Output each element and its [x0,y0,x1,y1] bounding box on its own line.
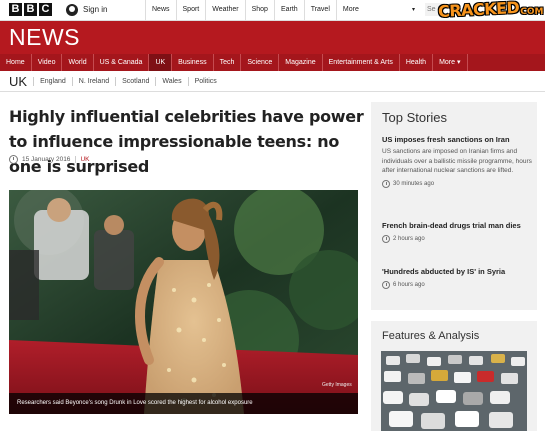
global-nav-travel[interactable]: Travel [303,0,336,20]
traffic-jam-photo [381,351,527,431]
subnav-n-ireland[interactable]: N. Ireland [71,76,115,86]
global-nav-news[interactable]: News [145,0,176,20]
subnav-politics[interactable]: Politics [187,76,223,86]
article-headline: Highly influential celebrities have powe… [9,107,364,176]
article-meta: 15 January 2016 UK [9,155,89,164]
subnav-scotland[interactable]: Scotland [115,76,155,86]
bbc-logo-letter: B [24,3,37,16]
cracked-logo-text: CRACKED [437,0,520,22]
sign-in-link[interactable]: Sign in [83,5,107,14]
global-nav-weather[interactable]: Weather [205,0,244,20]
news-nav: Home Video World US & Canada UK Business… [0,54,545,71]
news-nav-more[interactable]: More ▾ [433,54,468,71]
feature-image[interactable] [381,351,527,431]
user-icon[interactable] [66,4,78,16]
article-main-image [9,190,358,414]
news-nav-tech[interactable]: Tech [214,54,242,71]
news-nav-us-canada[interactable]: US & Canada [94,54,150,71]
clock-icon [9,155,18,164]
global-nav-shop[interactable]: Shop [244,0,274,20]
news-nav-magazine[interactable]: Magazine [279,54,323,71]
clock-icon [382,179,390,188]
news-nav-business[interactable]: Business [172,54,214,71]
story-time: 30 minutes ago [393,180,435,187]
cracked-watermark-logo: CRACKED COM [437,0,544,22]
news-nav-uk[interactable]: UK [149,54,173,71]
top-story-item[interactable]: 'Hundreds abducted by IS' in Syria 6 hou… [382,266,532,289]
chevron-down-icon[interactable]: ▾ [412,6,415,13]
subnav-england[interactable]: England [33,76,72,86]
top-story-item[interactable]: US imposes fresh sanctions on Iran US sa… [382,134,532,188]
story-time: 6 hours ago [393,282,425,288]
story-headline-link[interactable]: US imposes fresh sanctions on Iran [382,134,532,145]
bbc-logo-letter: C [39,3,52,16]
story-summary: US sanctions are imposed on Iranian firm… [382,148,532,174]
story-headline-link[interactable]: French brain-dead drugs trial man dies [382,220,532,231]
news-nav-science[interactable]: Science [241,54,280,71]
top-story-item[interactable]: French brain-dead drugs trial man dies 2… [382,220,532,243]
features-heading: Features & Analysis [382,330,480,342]
story-timestamp: 2 hours ago [382,235,532,243]
story-time: 2 hours ago [393,236,425,242]
section-title[interactable]: UK [0,74,33,89]
news-header: NEWS [0,21,545,54]
bbc-logo[interactable]: B B C [9,3,52,16]
image-credit: Getty Images [322,382,352,388]
article-category-link[interactable]: UK [75,156,89,163]
bbc-logo-letter: B [9,3,22,16]
story-headline-link[interactable]: 'Hundreds abducted by IS' in Syria [382,266,532,277]
news-nav-world[interactable]: World [62,54,94,71]
global-nav-sport[interactable]: Sport [175,0,206,20]
news-nav-video[interactable]: Video [32,54,63,71]
story-timestamp: 6 hours ago [382,281,532,289]
features-panel: Features & Analysis [371,321,537,431]
bbc-global-bar: B B C Sign in News Sport Weather Shop Ea… [0,0,545,21]
top-stories-heading: Top Stories [382,110,448,125]
news-nav-entertainment[interactable]: Entertainment & Arts [323,54,400,71]
news-title[interactable]: NEWS [9,24,80,51]
story-timestamp: 30 minutes ago [382,179,532,188]
global-nav-earth[interactable]: Earth [273,0,304,20]
global-nav: News Sport Weather Shop Earth Travel Mor… [145,0,399,20]
image-caption: Researchers said Beyonce's song Drunk in… [9,393,358,414]
news-nav-home[interactable]: Home [0,54,32,71]
cracked-logo-suffix: COM [520,6,544,17]
subnav-wales[interactable]: Wales [155,76,187,86]
clock-icon [382,235,390,243]
global-nav-more[interactable]: More [335,0,399,20]
red-carpet-photo [9,190,358,414]
section-subnav: UK England N. Ireland Scotland Wales Pol… [0,71,545,92]
news-nav-health[interactable]: Health [400,54,434,71]
article-date: 15 January 2016 [22,156,71,163]
top-stories-panel: Top Stories US imposes fresh sanctions o… [371,102,537,310]
clock-icon [382,281,390,289]
